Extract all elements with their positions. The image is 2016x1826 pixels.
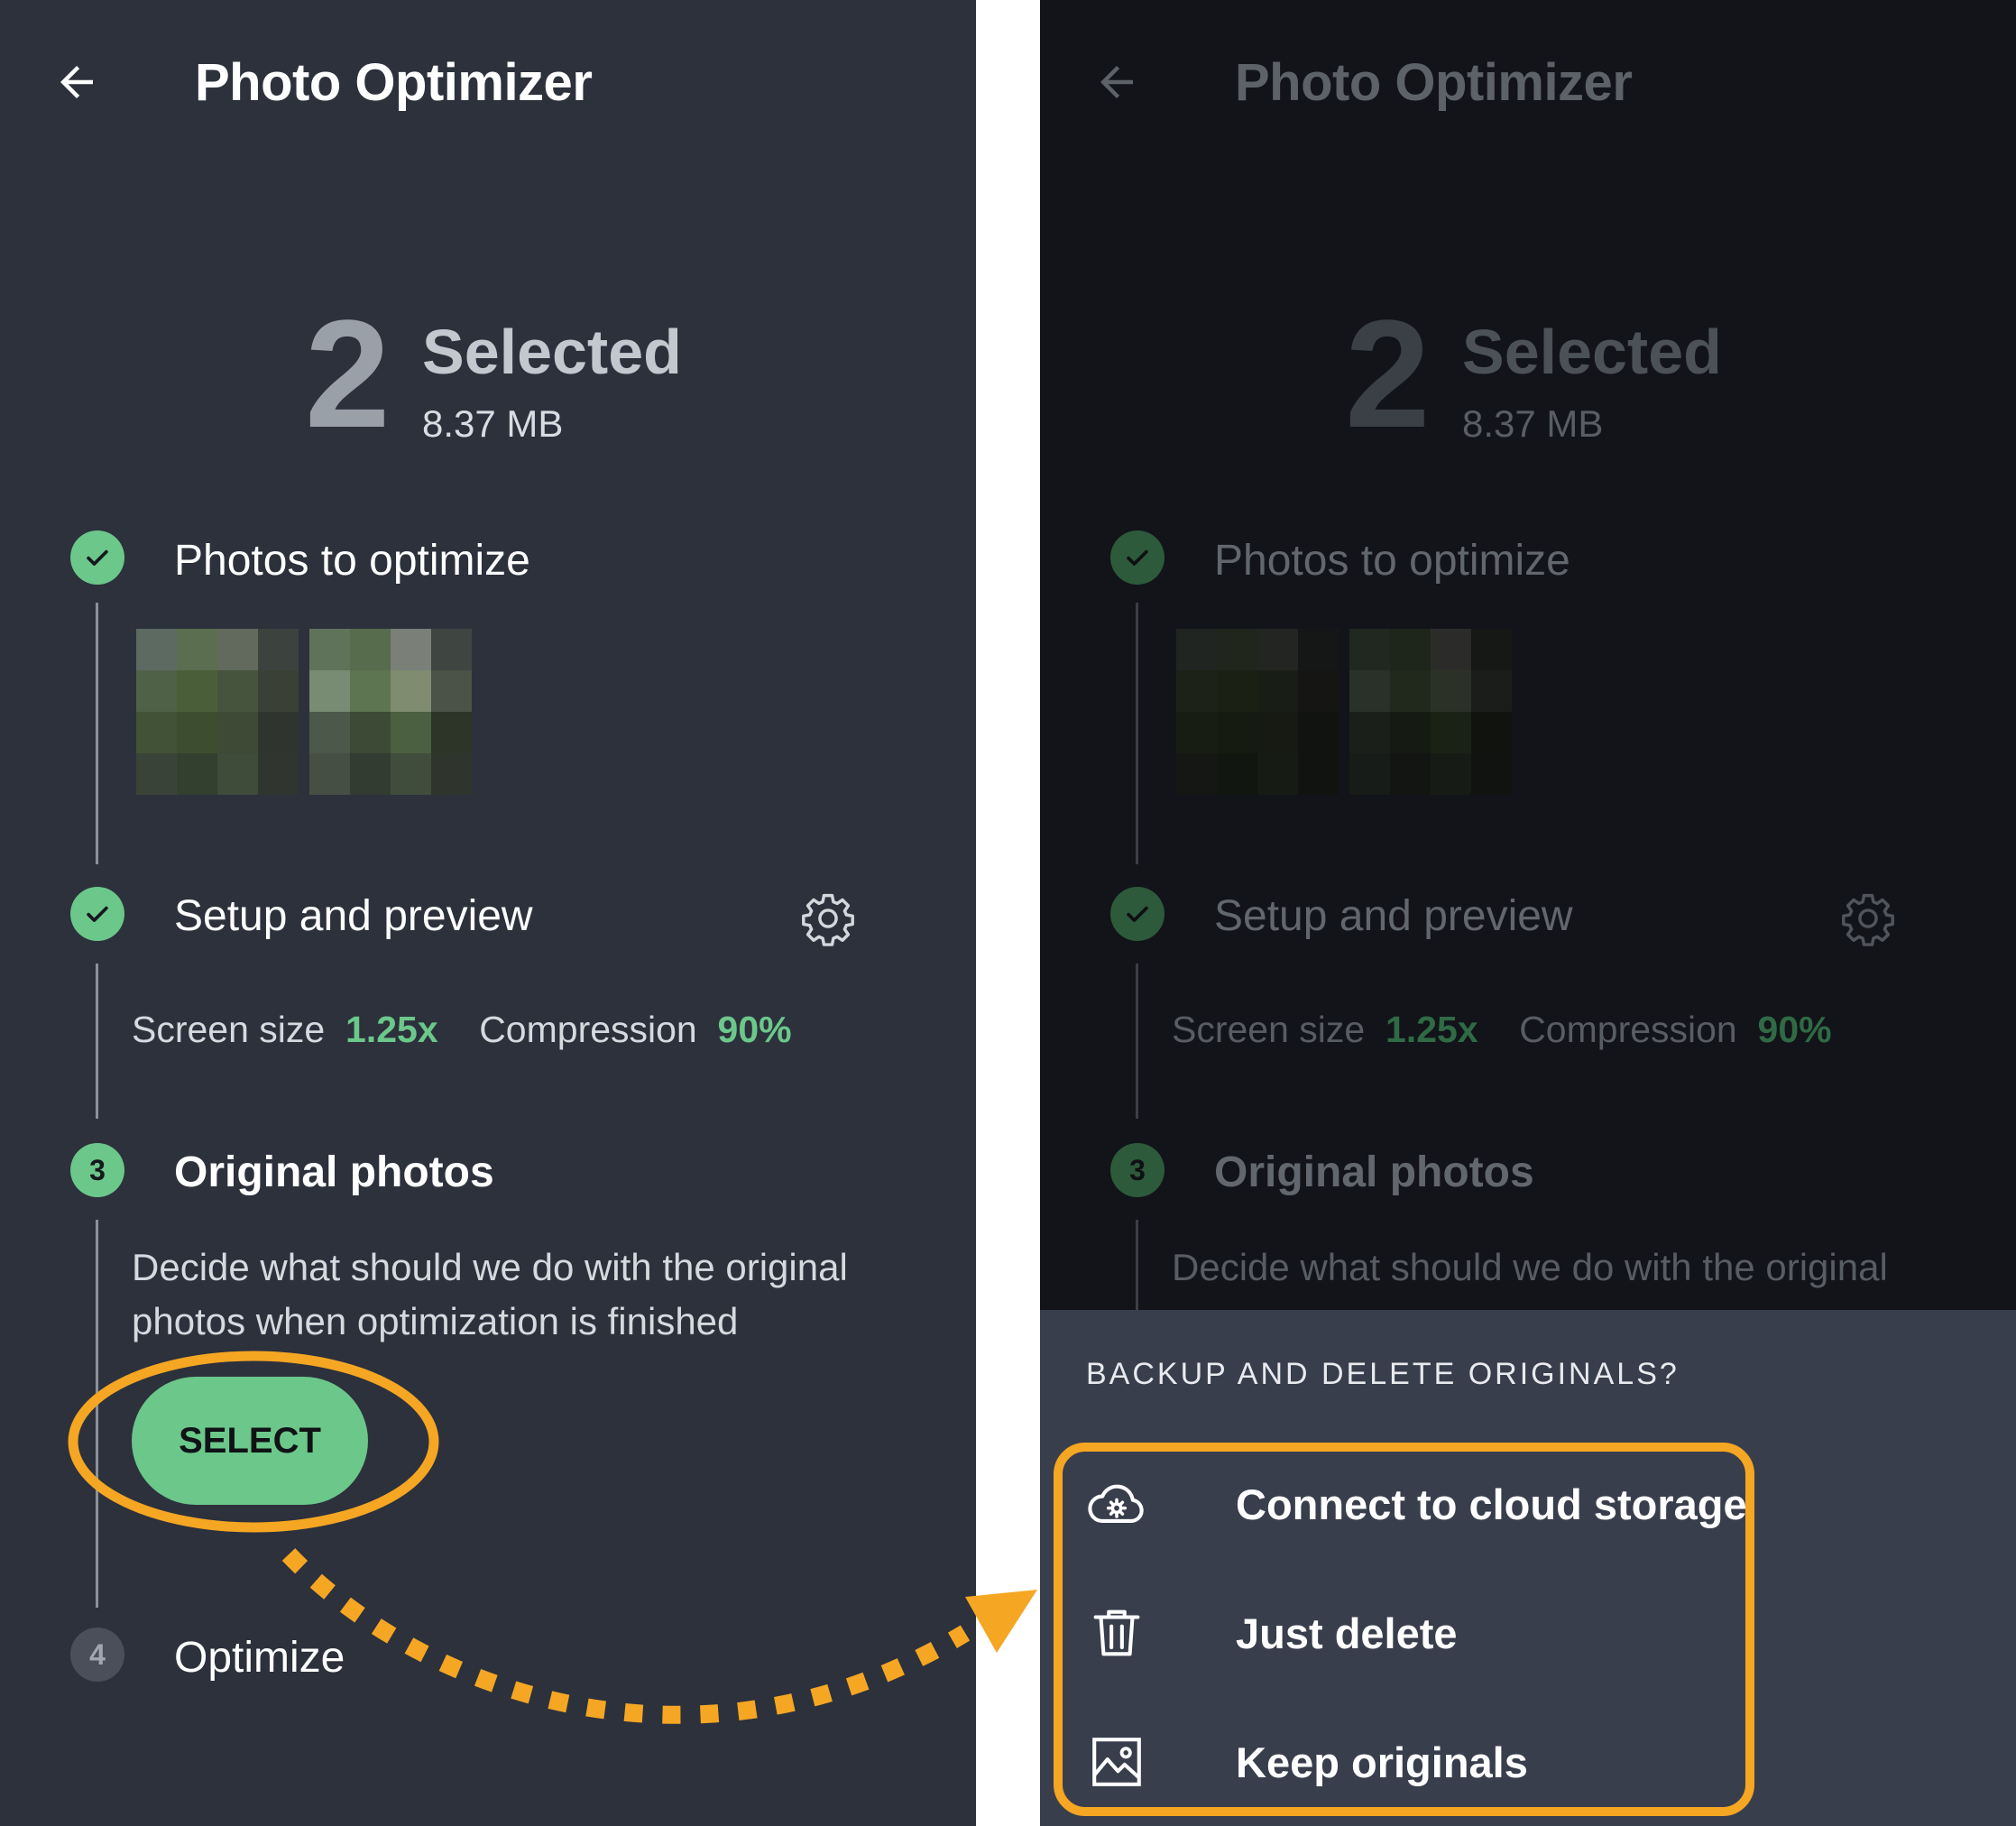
select-button[interactable]: SELECT bbox=[132, 1377, 368, 1505]
compression-label: Compression bbox=[1519, 1009, 1737, 1050]
photo-thumbnail[interactable] bbox=[309, 629, 472, 795]
step-connector bbox=[1136, 603, 1138, 864]
step-number-badge: 3 bbox=[1110, 1143, 1164, 1197]
back-arrow-icon bbox=[1100, 66, 1133, 98]
app-title: Photo Optimizer bbox=[1235, 53, 1633, 112]
app-title: Photo Optimizer bbox=[195, 53, 593, 112]
step-title-photos: Photos to optimize bbox=[1214, 537, 1570, 585]
option-label: Just delete bbox=[1236, 1609, 1458, 1657]
trash-icon bbox=[1093, 1609, 1140, 1656]
step-description: Decide what should we do with the origin… bbox=[132, 1246, 848, 1342]
option-just-delete[interactable]: Just delete bbox=[1040, 1574, 2016, 1692]
step-title-photos: Photos to optimize bbox=[174, 537, 530, 585]
step-number-badge: 3 bbox=[70, 1143, 124, 1197]
photo-thumbnail bbox=[1349, 629, 1512, 795]
compression-value: 90% bbox=[1757, 1009, 1832, 1050]
step-title-setup: Setup and preview bbox=[1214, 892, 1573, 940]
compression-label: Compression bbox=[479, 1009, 697, 1050]
gear-icon bbox=[1842, 893, 1894, 946]
photo-thumbnail bbox=[1176, 629, 1339, 795]
image-icon bbox=[1092, 1738, 1141, 1786]
screen-size-label: Screen size bbox=[132, 1009, 326, 1050]
option-label: Keep originals bbox=[1236, 1738, 1528, 1786]
step-connector bbox=[1136, 1220, 1138, 1310]
selected-size: 8.37 MB bbox=[422, 402, 564, 445]
step-connector bbox=[1136, 964, 1138, 1119]
screen-size-value: 1.25x bbox=[1385, 1009, 1478, 1050]
step-title-original: Original photos bbox=[174, 1148, 494, 1196]
photo-thumbnail[interactable] bbox=[136, 629, 299, 795]
backup-bottom-sheet: BACKUP AND DELETE ORIGINALS? Connect to … bbox=[1040, 1310, 2016, 1826]
selected-count: 2 bbox=[1345, 289, 1431, 460]
optimizer-screen: Photo Optimizer 2 Selected 8.37 MB Photo… bbox=[0, 0, 976, 1826]
screen-size-label: Screen size bbox=[1172, 1009, 1366, 1050]
selected-size: 8.37 MB bbox=[1462, 402, 1604, 445]
step-done-check-icon bbox=[70, 530, 124, 585]
step-description: Decide what should we do with the origin… bbox=[1172, 1246, 1888, 1288]
step-title-original: Original photos bbox=[1214, 1148, 1534, 1196]
step-number-badge: 4 bbox=[70, 1628, 124, 1682]
step-connector bbox=[96, 964, 98, 1119]
option-keep-originals[interactable]: Keep originals bbox=[1040, 1703, 2016, 1821]
step-done-check-icon bbox=[1110, 887, 1164, 941]
settings-summary: Screen size 1.25x Compression 90% bbox=[1172, 1009, 1832, 1051]
step-connector bbox=[96, 1220, 98, 1608]
arrow-head bbox=[965, 1590, 1037, 1653]
selected-label: Selected bbox=[422, 317, 682, 387]
settings-summary: Screen size 1.25x Compression 90% bbox=[132, 1009, 792, 1051]
selected-label: Selected bbox=[1462, 317, 1722, 387]
step-done-check-icon bbox=[70, 887, 124, 941]
step-title-optimize: Optimize bbox=[174, 1634, 345, 1682]
cloud-settings-icon bbox=[1088, 1484, 1144, 1523]
step-done-check-icon bbox=[1110, 530, 1164, 585]
back-arrow-icon[interactable] bbox=[52, 58, 101, 106]
option-label: Connect to cloud storage bbox=[1236, 1480, 1747, 1528]
selected-count: 2 bbox=[305, 289, 391, 460]
step-connector bbox=[96, 603, 98, 864]
option-connect-cloud[interactable]: Connect to cloud storage bbox=[1040, 1445, 2016, 1563]
screen-size-value: 1.25x bbox=[345, 1009, 438, 1050]
step-title-setup: Setup and preview bbox=[174, 892, 533, 940]
sheet-header: BACKUP AND DELETE ORIGINALS? bbox=[1086, 1357, 1680, 1391]
compression-value: 90% bbox=[717, 1009, 792, 1050]
optimizer-screen-dimmed: Photo Optimizer 2 Selected 8.37 MB Photo… bbox=[1040, 0, 2016, 1826]
gear-icon[interactable] bbox=[799, 890, 857, 947]
